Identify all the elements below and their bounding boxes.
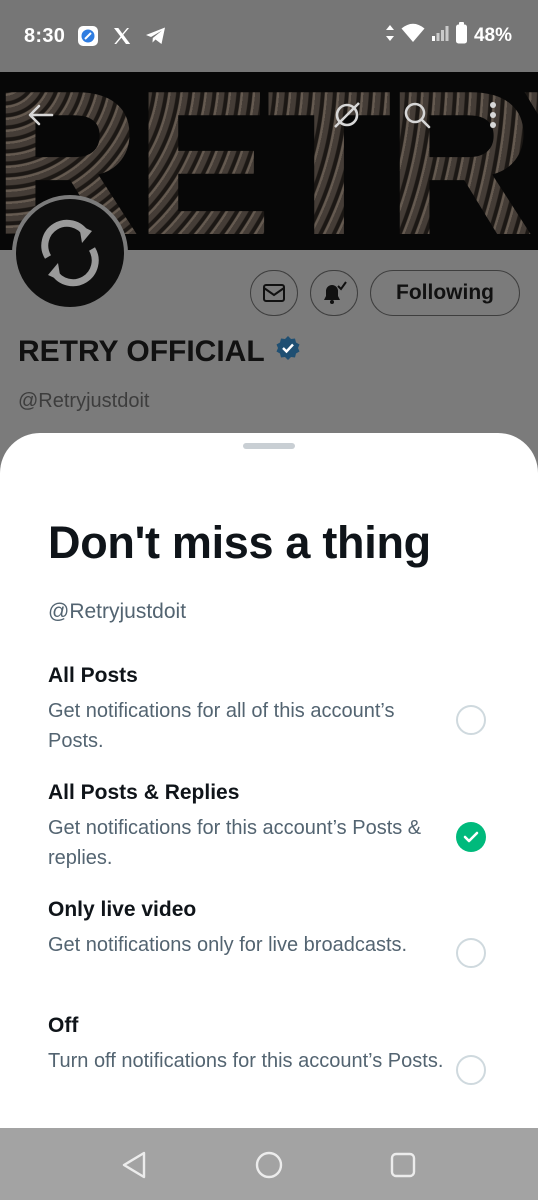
wifi-icon [401,23,425,49]
bell-check-icon [324,281,347,304]
profile-name-row: RETRY OFFICIAL [18,335,301,369]
option-all-posts[interactable]: All Posts Get notifications for all of t… [48,663,498,763]
mail-icon [263,284,285,302]
grok-icon[interactable] [330,98,364,132]
radio-all-posts-replies[interactable] [456,822,486,852]
retry-logo-icon [41,219,99,287]
profile-handle: @Retryjustdoit [18,390,150,412]
option-description: Get notifications for all of this accoun… [48,700,395,752]
option-description: Get notifications only for live broadcas… [48,934,408,956]
sheet-drag-handle[interactable] [243,443,295,449]
radio-all-posts[interactable] [456,705,486,735]
option-only-live-video[interactable]: Only live video Get notifications only f… [48,897,498,997]
notification-settings-sheet: Don't miss a thing @Retryjustdoit All Po… [0,433,538,1128]
nav-back-icon[interactable] [117,1148,151,1182]
profile-name: RETRY OFFICIAL [18,335,265,368]
option-title: All Posts & Replies [48,781,240,804]
radio-only-live-video[interactable] [456,938,486,968]
nav-recents-icon[interactable] [386,1148,420,1182]
option-description: Get notifications for this account’s Pos… [48,817,422,869]
battery-percent: 48% [473,25,512,46]
x-app-icon [111,25,133,47]
nav-home-icon[interactable] [252,1148,286,1182]
more-options-icon[interactable] [476,98,510,132]
signal-icon [431,24,449,48]
option-title: All Posts [48,664,138,687]
following-button[interactable]: Following [370,270,520,316]
sheet-handle: @Retryjustdoit [48,600,187,623]
message-button[interactable] [250,270,298,316]
checkmark-icon [463,831,479,843]
back-arrow-icon[interactable] [24,98,58,132]
option-all-posts-replies[interactable]: All Posts & Replies Get notifications fo… [48,780,498,880]
sheet-title: Don't miss a thing [48,517,431,568]
clock: 8:30 [24,24,66,47]
telegram-icon [145,25,167,47]
search-icon[interactable] [400,98,434,132]
data-arrows-icon [385,24,395,48]
verified-badge-icon [275,335,301,369]
option-description: Turn off notifications for this account’… [48,1050,444,1072]
battery-icon [455,22,468,50]
browser-app-icon [77,25,99,47]
option-off[interactable]: Off Turn off notifications for this acco… [48,1013,498,1113]
option-title: Off [48,1014,79,1037]
status-bar: 8:30 48% [0,0,538,72]
notifications-button[interactable] [310,270,358,316]
radio-off[interactable] [456,1055,486,1085]
option-title: Only live video [48,898,197,921]
system-nav-bar [0,1128,538,1200]
avatar[interactable] [12,195,128,311]
